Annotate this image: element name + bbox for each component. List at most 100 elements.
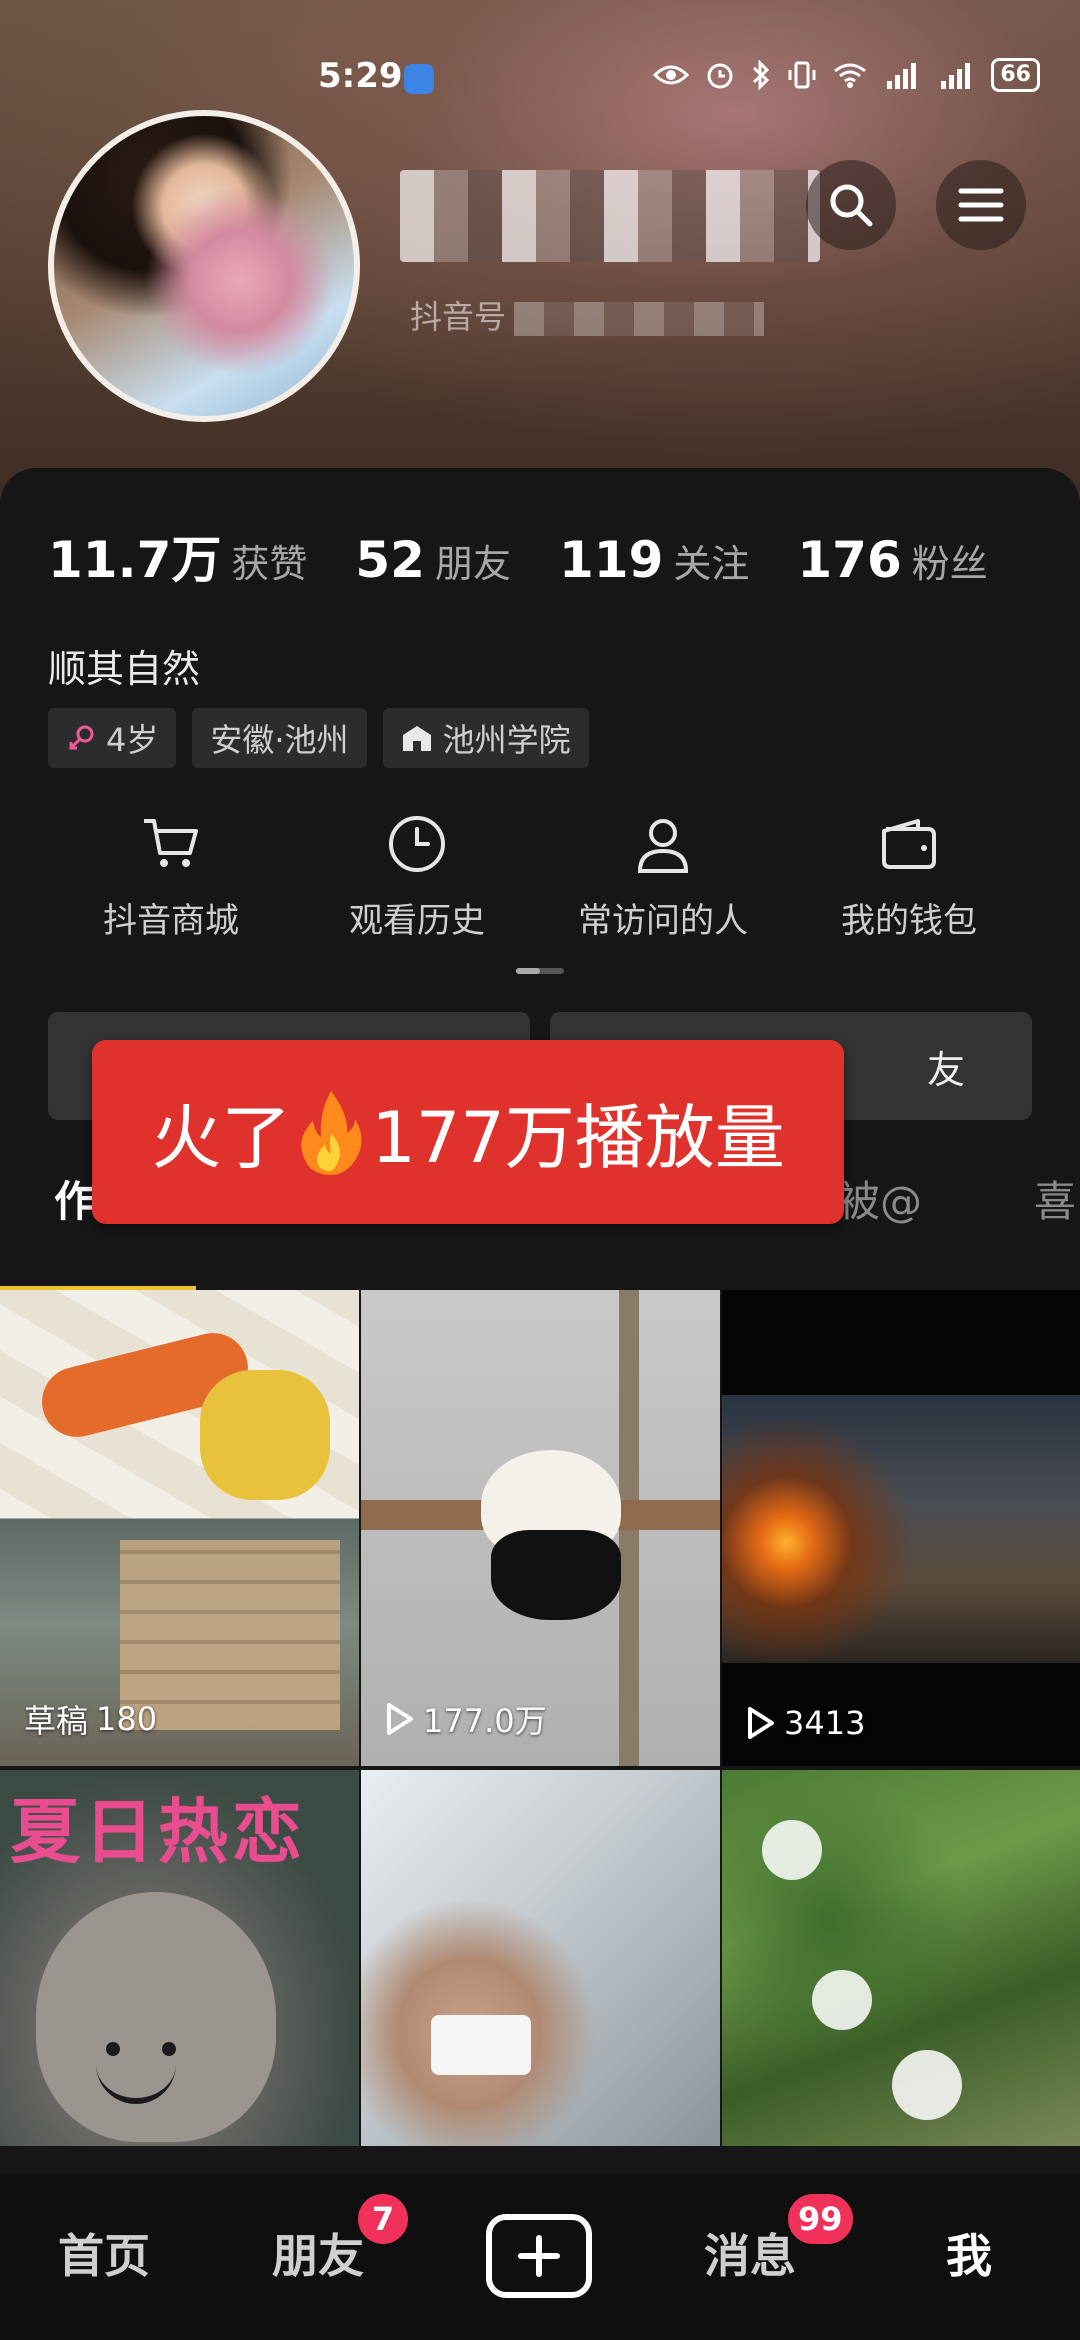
stats-row: 11.7万 获赞 52 朋友 119 关注 176 粉丝 bbox=[48, 520, 988, 592]
bluetooth-icon bbox=[753, 60, 770, 90]
signal-4g-icon bbox=[887, 63, 917, 89]
profile-cover: 5:29 66 抖音号 bbox=[0, 0, 1080, 520]
view-count: 3413 bbox=[746, 1704, 865, 1742]
thumbnail-art bbox=[762, 1820, 822, 1880]
thumbnail-art bbox=[892, 2050, 962, 2120]
thumbnail-art bbox=[36, 1892, 276, 2142]
friends-badge: 7 bbox=[358, 2194, 408, 2244]
tool-shop[interactable]: 抖音商城 bbox=[48, 813, 294, 953]
play-icon bbox=[748, 1707, 774, 1739]
tag-age: 4岁 bbox=[48, 708, 177, 768]
douyin-id-redacted bbox=[514, 302, 765, 336]
tool-frequent-visitors[interactable]: 常访问的人 bbox=[540, 813, 786, 953]
thumbnail-art bbox=[200, 1370, 330, 1500]
grid-item-video[interactable]: 3413 bbox=[722, 1290, 1080, 1766]
tool-label: 观看历史 bbox=[349, 901, 485, 941]
cart-icon bbox=[144, 819, 198, 867]
banner-text-before: 火了 bbox=[151, 1096, 292, 1179]
tool-history[interactable]: 观看历史 bbox=[294, 813, 540, 953]
drafts-count: 180 bbox=[96, 1700, 158, 1738]
video-grid: 草稿 180 177.0万 3413 夏日热恋 bbox=[0, 1290, 1080, 2146]
eye-icon bbox=[653, 65, 690, 85]
stat-value: 52 bbox=[355, 531, 425, 589]
tool-wallet[interactable]: 我的钱包 bbox=[786, 813, 1032, 953]
tag-age-text: 4岁 bbox=[106, 721, 159, 759]
hot-banner[interactable]: 火了 177万播放量 bbox=[92, 1040, 844, 1224]
school-icon bbox=[402, 726, 431, 751]
tool-label: 抖音商城 bbox=[103, 901, 239, 941]
status-time: 5:29 bbox=[318, 56, 403, 96]
fire-icon bbox=[301, 1091, 362, 1175]
thumbnail-art bbox=[106, 2042, 120, 2056]
grid-item-video[interactable] bbox=[361, 1770, 720, 2146]
douyin-id: 抖音号 bbox=[410, 292, 765, 338]
nav-messages[interactable]: 消息 bbox=[704, 2220, 796, 2286]
search-button[interactable] bbox=[806, 160, 896, 250]
app-notification-icon bbox=[404, 64, 434, 94]
drafts-prefix: 草稿 bbox=[24, 1702, 89, 1740]
wallet-icon bbox=[882, 819, 936, 869]
stat-label: 粉丝 bbox=[911, 542, 988, 586]
stat-label: 关注 bbox=[673, 542, 750, 586]
profile-tags: 4岁 安徽·池州 池州学院 bbox=[48, 708, 589, 768]
douyin-id-label: 抖音号 bbox=[410, 298, 507, 336]
status-bar: 5:29 66 bbox=[0, 50, 1080, 110]
tools-page-indicator bbox=[516, 968, 564, 974]
bio-text[interactable]: 顺其自然 bbox=[48, 638, 200, 693]
clock-icon bbox=[389, 816, 445, 872]
tab-mentions[interactable]: 被@ bbox=[838, 1168, 922, 1229]
drafts-label: 草稿 180 bbox=[24, 1696, 157, 1742]
stat-label: 朋友 bbox=[434, 542, 511, 586]
thumbnail-art bbox=[431, 2015, 531, 2075]
stat-value: 119 bbox=[559, 531, 664, 589]
create-button[interactable] bbox=[486, 2214, 592, 2298]
thumbnail-art bbox=[722, 1395, 1080, 1663]
signal-4g-icon bbox=[941, 63, 971, 89]
nav-me[interactable]: 我 bbox=[946, 2220, 992, 2286]
grid-item-video[interactable]: 177.0万 bbox=[361, 1290, 720, 1766]
view-count: 177.0万 bbox=[385, 1696, 547, 1742]
status-icons: 66 bbox=[653, 58, 1040, 92]
view-count-text: 177.0万 bbox=[423, 1702, 547, 1740]
menu-button[interactable] bbox=[936, 160, 1026, 250]
messages-badge: 99 bbox=[788, 2194, 853, 2244]
vibrate-icon bbox=[788, 61, 816, 89]
profile-page: 5:29 66 抖音号 11.7万 获赞 52 朋友 119 关注 176 粉丝… bbox=[0, 0, 1080, 2340]
thumbnail-art bbox=[491, 1530, 621, 1620]
nav-friends[interactable]: 朋友 bbox=[272, 2220, 364, 2286]
tag-school-text: 池州学院 bbox=[442, 721, 571, 759]
tool-label: 常访问的人 bbox=[578, 901, 748, 941]
stat-following[interactable]: 119 关注 bbox=[559, 531, 749, 589]
tab-likes[interactable]: 喜 bbox=[1034, 1168, 1076, 1229]
plus-icon bbox=[518, 2235, 560, 2277]
user-icon bbox=[637, 819, 689, 873]
add-friend-label: 友 bbox=[926, 1047, 965, 1092]
tag-school[interactable]: 池州学院 bbox=[382, 708, 589, 768]
grid-item-video[interactable] bbox=[722, 1770, 1080, 2146]
stat-value: 176 bbox=[797, 531, 902, 589]
tools-row: 抖音商城 观看历史 常访问的人 我的钱包 bbox=[48, 813, 1032, 953]
stat-likes[interactable]: 11.7万 获赞 bbox=[48, 520, 307, 592]
grid-item-video[interactable]: 夏日热恋 bbox=[0, 1770, 359, 2146]
nav-home[interactable]: 首页 bbox=[58, 2220, 150, 2286]
thumbnail-art bbox=[812, 1970, 872, 2030]
avatar[interactable] bbox=[48, 110, 360, 422]
bottom-nav: 首页 朋友 7 消息 99 我 bbox=[0, 2174, 1080, 2340]
stat-label: 获赞 bbox=[231, 542, 308, 586]
view-count-text: 3413 bbox=[784, 1704, 866, 1742]
menu-icon bbox=[958, 188, 1004, 222]
thumbnail-overlay-text: 夏日热恋 bbox=[10, 1791, 306, 1873]
tool-label: 我的钱包 bbox=[841, 901, 977, 941]
username-redacted bbox=[400, 170, 820, 262]
grid-item-drafts[interactable]: 草稿 180 bbox=[0, 1290, 359, 1766]
tag-location: 安徽·池州 bbox=[192, 708, 367, 768]
tag-location-text: 安徽·池州 bbox=[210, 721, 349, 759]
thumbnail-art bbox=[162, 2042, 176, 2056]
banner-text-after: 177万播放量 bbox=[371, 1096, 785, 1179]
alarm-icon bbox=[707, 63, 733, 89]
play-icon bbox=[387, 1703, 413, 1735]
stat-followers[interactable]: 176 粉丝 bbox=[797, 531, 987, 589]
stat-friends[interactable]: 52 朋友 bbox=[355, 531, 511, 589]
stat-value: 11.7万 bbox=[48, 531, 222, 589]
female-icon bbox=[69, 725, 94, 750]
